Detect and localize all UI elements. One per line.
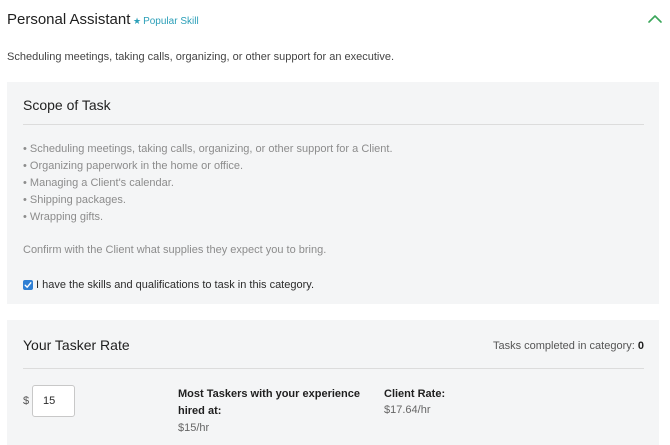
- tasker-rate-card: Your Tasker Rate Tasks completed in cate…: [7, 320, 659, 445]
- scope-bullet-list: • Scheduling meetings, taking calls, org…: [23, 141, 393, 226]
- most-taskers-label: Most Taskers with your experience hired …: [178, 388, 360, 417]
- scope-bullet-item: • Wrapping gifts.: [23, 211, 104, 223]
- skills-checkbox[interactable]: [23, 280, 33, 290]
- tasks-completed-count: 0: [637, 340, 644, 352]
- client-rate-value: $17.64/hr: [384, 404, 431, 416]
- skill-description: Scheduling meetings, taking calls, organ…: [7, 51, 395, 63]
- scope-bullet-item: • Organizing paperwork in the home or of…: [23, 160, 244, 172]
- scope-of-task-card: Scope of Task • Scheduling meetings, tak…: [7, 82, 659, 304]
- popular-skill-label: Popular Skill: [143, 16, 199, 27]
- scope-bullet-item: • Shipping packages.: [23, 194, 126, 206]
- tasks-completed-label: Tasks completed in category:: [492, 340, 635, 352]
- hourly-rate-input[interactable]: [32, 385, 75, 417]
- scope-divider: [23, 124, 644, 125]
- tasks-completed: Tasks completed in category: 0: [493, 339, 644, 353]
- currency-symbol: $: [23, 395, 30, 407]
- skills-confirmation: I have the skills and qualifications to …: [23, 278, 314, 292]
- skills-checkbox-label[interactable]: I have the skills and qualifications to …: [36, 278, 314, 292]
- rate-title: Your Tasker Rate: [23, 337, 130, 353]
- scope-title: Scope of Task: [23, 97, 111, 113]
- skill-title: Personal Assistant: [7, 11, 131, 28]
- rate-divider: [23, 368, 644, 369]
- chevron-up-icon[interactable]: [647, 12, 663, 24]
- skill-header: Personal Assistant ★ Popular Skill: [7, 11, 663, 31]
- popular-skill-badge: ★ Popular Skill: [133, 14, 199, 29]
- star-icon: ★: [133, 16, 142, 26]
- scope-bullet-item: • Managing a Client's calendar.: [23, 177, 174, 189]
- supplies-confirm-text: Confirm with the Client what supplies th…: [23, 244, 327, 256]
- most-taskers-rate: $15/hr: [178, 422, 210, 434]
- client-rate-label: Client Rate:: [384, 388, 446, 400]
- scope-bullet-item: • Scheduling meetings, taking calls, org…: [23, 143, 393, 155]
- checkmark-icon: [24, 282, 32, 288]
